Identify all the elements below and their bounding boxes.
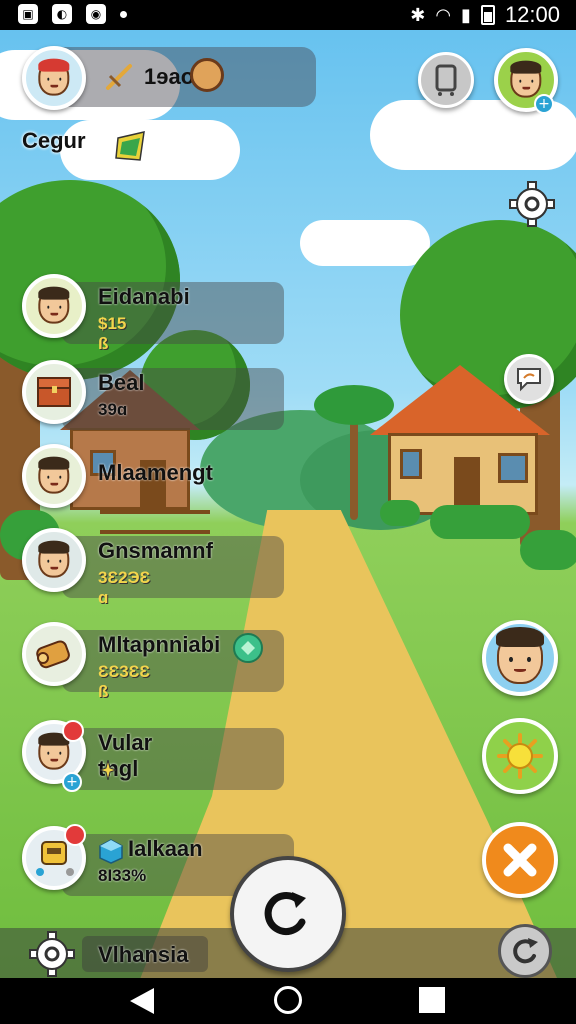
bottom-menu-label[interactable]: Vlhansia xyxy=(98,942,188,968)
list-item-name: Gnsmamnf xyxy=(98,538,213,563)
friend-badge-icon: + xyxy=(534,94,554,114)
sparkle-icon xyxy=(100,760,116,780)
coin-face-icon xyxy=(190,58,224,92)
profile-score: 1ɘao xyxy=(144,64,195,89)
signal-icon: ▮ xyxy=(461,4,471,26)
status-bar: ▣ ◐ ◉ ✱ ◠ ▮ 12:00 xyxy=(0,0,576,30)
chest-item-avatar xyxy=(22,360,86,424)
device-button[interactable] xyxy=(418,52,474,108)
camera-notification-icon: ◉ xyxy=(86,4,106,24)
list-item-value: 39ɑ xyxy=(98,400,128,419)
swirl-icon xyxy=(513,938,538,964)
home-icon[interactable] xyxy=(274,986,302,1014)
list-item-name: Beal xyxy=(98,370,145,395)
player-avatar[interactable] xyxy=(22,46,86,110)
scroll-item-avatar xyxy=(22,622,86,686)
bottom-settings-button[interactable] xyxy=(28,930,76,978)
close-icon xyxy=(503,843,537,877)
battery-icon xyxy=(480,5,495,25)
list-item-value: ƐƐ3ƐƐ ß xyxy=(98,662,151,701)
log-scroll-icon xyxy=(36,640,70,669)
list-item-name: Mltapnniabi xyxy=(98,632,221,657)
speech-bubble-icon xyxy=(517,368,541,392)
notification-dot-icon xyxy=(120,10,127,18)
player-portrait-avatar xyxy=(22,444,86,508)
profile-name: Cegur xyxy=(22,128,86,153)
app-notification-icon: ◐ xyxy=(52,4,72,24)
character-portrait-button[interactable] xyxy=(482,620,558,696)
sun-power-button[interactable] xyxy=(482,718,558,794)
gear-icon xyxy=(509,181,555,227)
wifi-icon: ◠ xyxy=(435,4,452,26)
gear-icon xyxy=(29,931,75,977)
sword-icon xyxy=(106,64,132,90)
treasure-chest-icon xyxy=(37,377,71,407)
refresh-icon xyxy=(264,892,306,935)
back-icon[interactable] xyxy=(130,988,154,1014)
gem-icon xyxy=(233,633,263,663)
phone-icon xyxy=(435,64,457,96)
power-button[interactable] xyxy=(498,924,552,978)
cube-icon xyxy=(99,839,123,864)
list-item-name: Eidanabi xyxy=(98,284,190,309)
recent-apps-icon[interactable] xyxy=(419,987,445,1013)
gallery-icon: ▣ xyxy=(18,4,38,24)
bluetooth-icon: ✱ xyxy=(410,4,426,26)
settings-button[interactable] xyxy=(508,180,556,228)
close-button[interactable] xyxy=(482,822,558,898)
player-portrait-avatar xyxy=(22,528,86,592)
list-item-value: $15 ß xyxy=(98,314,127,353)
player-portrait-avatar xyxy=(22,274,86,338)
notification-badge-icon xyxy=(64,824,86,846)
list-item-value: 3Ɛ2ЭƐ ɑ xyxy=(98,568,151,607)
list-item-name: Mlaamengt xyxy=(98,460,213,485)
list-item-name: Ialkaan xyxy=(128,836,203,861)
notification-badge-icon xyxy=(62,720,84,742)
flag-icon xyxy=(115,131,145,161)
add-friend-icon: + xyxy=(62,772,82,792)
sun-icon xyxy=(497,733,543,779)
refresh-button[interactable] xyxy=(230,856,346,972)
clock: 12:00 xyxy=(504,2,560,27)
chat-button[interactable] xyxy=(504,354,554,404)
list-item-value: 8Ɩ33% xyxy=(98,866,147,885)
